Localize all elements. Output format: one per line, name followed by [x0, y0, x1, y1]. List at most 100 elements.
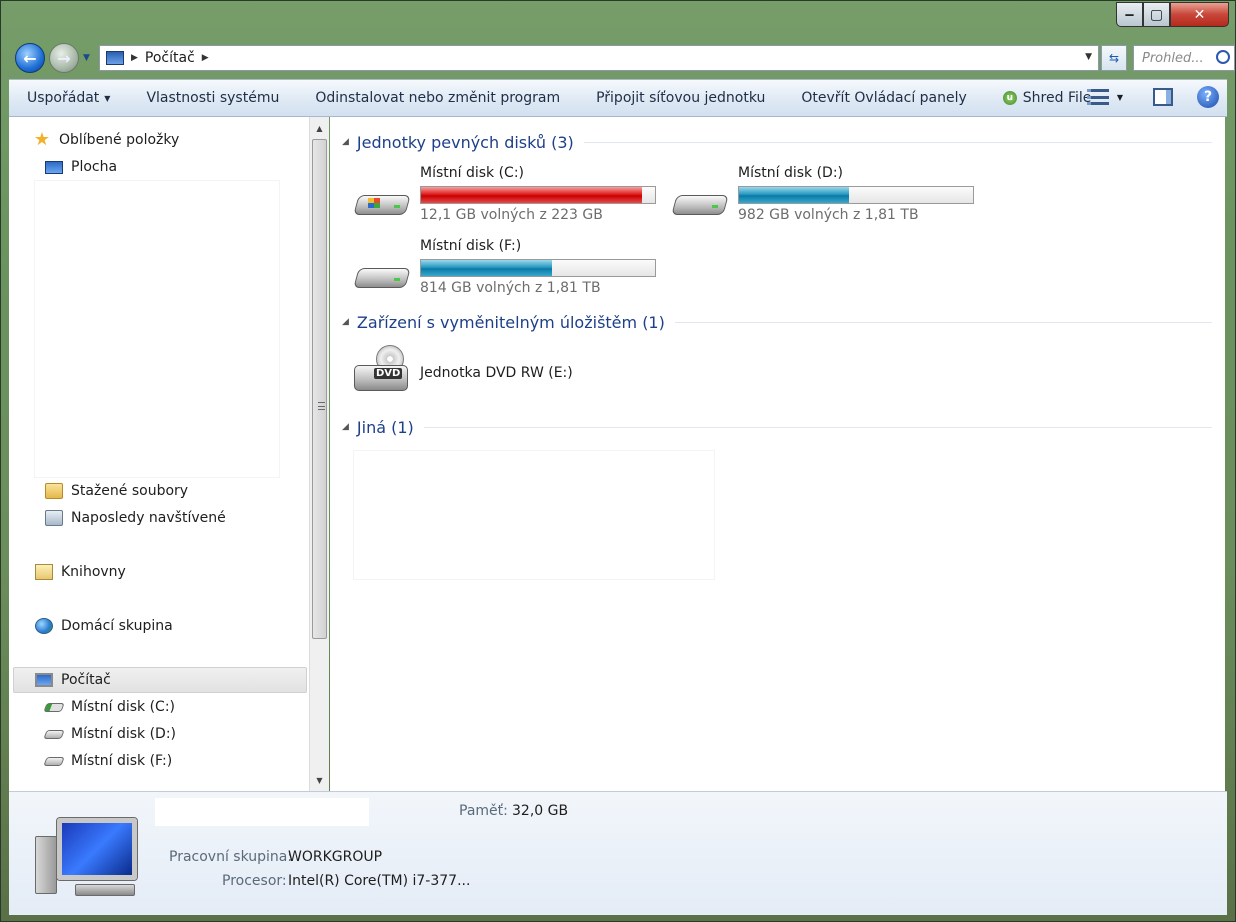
- sidebar-item-label: Místní disk (F:): [71, 753, 173, 769]
- group-header-other[interactable]: ◢ Jiná (1): [342, 416, 1212, 438]
- collapse-triangle-icon[interactable]: ◢: [342, 422, 349, 432]
- address-dropdown-icon[interactable]: ▼: [1085, 52, 1092, 62]
- workgroup-value: WORKGROUP: [288, 849, 383, 865]
- search-icon[interactable]: [1216, 50, 1230, 64]
- sidebar-item-label: Místní disk (C:): [71, 699, 176, 715]
- refresh-button[interactable]: ⇆: [1101, 45, 1127, 71]
- group-header-removable[interactable]: ◢ Zařízení s vyměnitelným úložištěm (1): [342, 311, 1212, 333]
- drive-name: Jednotka DVD RW (E:): [420, 365, 573, 381]
- help-icon[interactable]: ?: [1197, 86, 1219, 108]
- search-placeholder: Prohled...: [1142, 50, 1204, 66]
- shred-file-label: Shred File: [1022, 90, 1092, 106]
- sidebar-item-favorites[interactable]: ★ Oblíbené položky: [33, 128, 179, 152]
- sidebar-item-drive-d[interactable]: Místní disk (D:): [43, 722, 177, 746]
- organize-label: Uspořádat: [27, 90, 100, 106]
- sidebar-item-homegroup[interactable]: Domácí skupina: [35, 614, 173, 638]
- group-divider: [423, 426, 1212, 428]
- drive-tile-c[interactable]: Místní disk (C:) 12,1 GB volných z 223 G…: [353, 165, 674, 231]
- arrow-right-icon: →: [57, 48, 71, 68]
- forward-button[interactable]: →: [49, 43, 79, 73]
- drive-usage-fill: [421, 187, 643, 203]
- cpu-label: Procesor:: [222, 873, 287, 889]
- sidebar-item-label: Naposledy navštívené: [71, 510, 226, 526]
- map-network-drive-button[interactable]: Připojit síťovou jednotku: [578, 90, 783, 106]
- details-pane: Paměť: 32,0 GB Pracovní skupina: WORKGRO…: [9, 791, 1227, 915]
- group-title: Zařízení s vyměnitelným úložištěm (1): [356, 312, 665, 332]
- system-drive-icon: [43, 702, 65, 712]
- drive-tile-f[interactable]: Místní disk (F:) 814 GB volných z 1,81 T…: [353, 238, 674, 304]
- navigation-scrollbar[interactable]: ▲ ▼: [309, 117, 329, 791]
- group-title: Jiná (1): [356, 417, 414, 437]
- map-drive-label: Připojit síťovou jednotku: [596, 90, 766, 106]
- content-pane: ◢ Jednotky pevných disků (3) Místní disk…: [330, 117, 1225, 791]
- collapse-triangle-icon[interactable]: ◢: [342, 317, 349, 327]
- search-input[interactable]: Prohled...: [1133, 45, 1235, 71]
- organize-button[interactable]: Uspořádat ▼: [9, 90, 128, 106]
- sidebar-item-downloads[interactable]: Stažené soubory: [45, 479, 188, 503]
- drive-free-space: 814 GB volných z 1,81 TB: [420, 280, 601, 296]
- redacted-area: [35, 181, 279, 477]
- recent-pages-dropdown[interactable]: ▼: [83, 53, 90, 63]
- drive-name: Místní disk (D:): [738, 165, 844, 181]
- arrow-left-icon: ←: [23, 48, 37, 68]
- refresh-icon: ⇆: [1108, 51, 1120, 65]
- hard-drive-icon: [43, 729, 65, 739]
- caption-buttons: ‒ ▢ ✕: [1116, 2, 1229, 27]
- address-bar[interactable]: ▶ Počítač ▶ ▼: [99, 45, 1099, 71]
- drive-usage-bar: [738, 186, 974, 204]
- workgroup-label: Pracovní skupina:: [169, 849, 293, 865]
- computer-icon: [35, 673, 53, 687]
- sidebar-item-label: Domácí skupina: [61, 618, 173, 634]
- drive-name: Místní disk (C:): [420, 165, 525, 181]
- drive-free-space: 982 GB volných z 1,81 TB: [738, 207, 919, 223]
- sidebar-item-desktop[interactable]: Plocha: [45, 155, 117, 179]
- hard-drive-icon: [353, 260, 411, 296]
- control-panel-label: Otevřít Ovládací panely: [801, 90, 967, 106]
- drive-usage-fill: [739, 187, 849, 203]
- hard-drive-icon: [671, 187, 729, 223]
- breadcrumb-computer[interactable]: Počítač: [145, 50, 195, 66]
- group-header-hard-disks[interactable]: ◢ Jednotky pevných disků (3): [342, 131, 1212, 153]
- toolbar-right: ▼ ?: [1086, 86, 1219, 108]
- scroll-down-icon[interactable]: ▼: [310, 771, 329, 789]
- desktop-icon: [45, 160, 63, 174]
- system-properties-label: Vlastnosti systému: [146, 90, 280, 106]
- sidebar-item-drive-f[interactable]: Místní disk (F:): [43, 749, 173, 773]
- breadcrumb-separator-icon[interactable]: ▶: [131, 53, 138, 63]
- collapse-triangle-icon[interactable]: ◢: [342, 137, 349, 147]
- group-divider: [583, 141, 1212, 143]
- minimize-icon: ‒: [1124, 6, 1135, 23]
- view-chevron-down-icon[interactable]: ▼: [1117, 93, 1123, 102]
- sidebar-item-computer[interactable]: Počítač: [35, 668, 111, 692]
- sidebar-item-label: Oblíbené položky: [59, 132, 180, 148]
- drive-tile-d[interactable]: Místní disk (D:) 982 GB volných z 1,81 T…: [671, 165, 992, 231]
- minimize-button[interactable]: ‒: [1116, 2, 1143, 27]
- close-button[interactable]: ✕: [1170, 2, 1229, 27]
- open-control-panel-button[interactable]: Otevřít Ovládací panely: [783, 90, 984, 106]
- uninstall-program-button[interactable]: Odinstalovat nebo změnit program: [297, 90, 578, 106]
- scroll-up-icon[interactable]: ▲: [310, 119, 329, 137]
- sidebar-item-label: Plocha: [71, 159, 118, 175]
- grip-icon: [318, 402, 325, 410]
- sidebar-item-libraries[interactable]: Knihovny: [35, 560, 126, 584]
- dvd-badge: DVD: [374, 368, 403, 379]
- drive-free-space: 12,1 GB volných z 223 GB: [420, 207, 603, 223]
- memory-value: 32,0 GB: [512, 803, 569, 819]
- preview-pane-icon[interactable]: [1153, 88, 1173, 106]
- sidebar-item-label: Místní disk (D:): [71, 726, 177, 742]
- star-icon: ★: [33, 129, 51, 150]
- maximize-button[interactable]: ▢: [1143, 2, 1170, 27]
- system-properties-button[interactable]: Vlastnosti systému: [128, 90, 297, 106]
- navigation-pane: ★ Oblíbené položky Plocha Stažené soubory…: [9, 117, 309, 791]
- breadcrumb-separator-icon[interactable]: ▶: [202, 53, 209, 63]
- dvd-drive-tile[interactable]: DVD Jednotka DVD RW (E:): [352, 345, 652, 401]
- libraries-icon: [35, 564, 53, 580]
- sidebar-item-recent[interactable]: Naposledy navštívené: [45, 506, 226, 530]
- computer-icon: [35, 818, 145, 908]
- drive-name: Místní disk (F:): [420, 238, 522, 254]
- scrollbar-thumb[interactable]: [312, 139, 327, 639]
- change-view-icon[interactable]: [1086, 87, 1109, 107]
- sidebar-item-drive-c[interactable]: Místní disk (C:): [43, 695, 176, 719]
- recent-places-icon: [45, 510, 63, 526]
- back-button[interactable]: ←: [15, 43, 45, 73]
